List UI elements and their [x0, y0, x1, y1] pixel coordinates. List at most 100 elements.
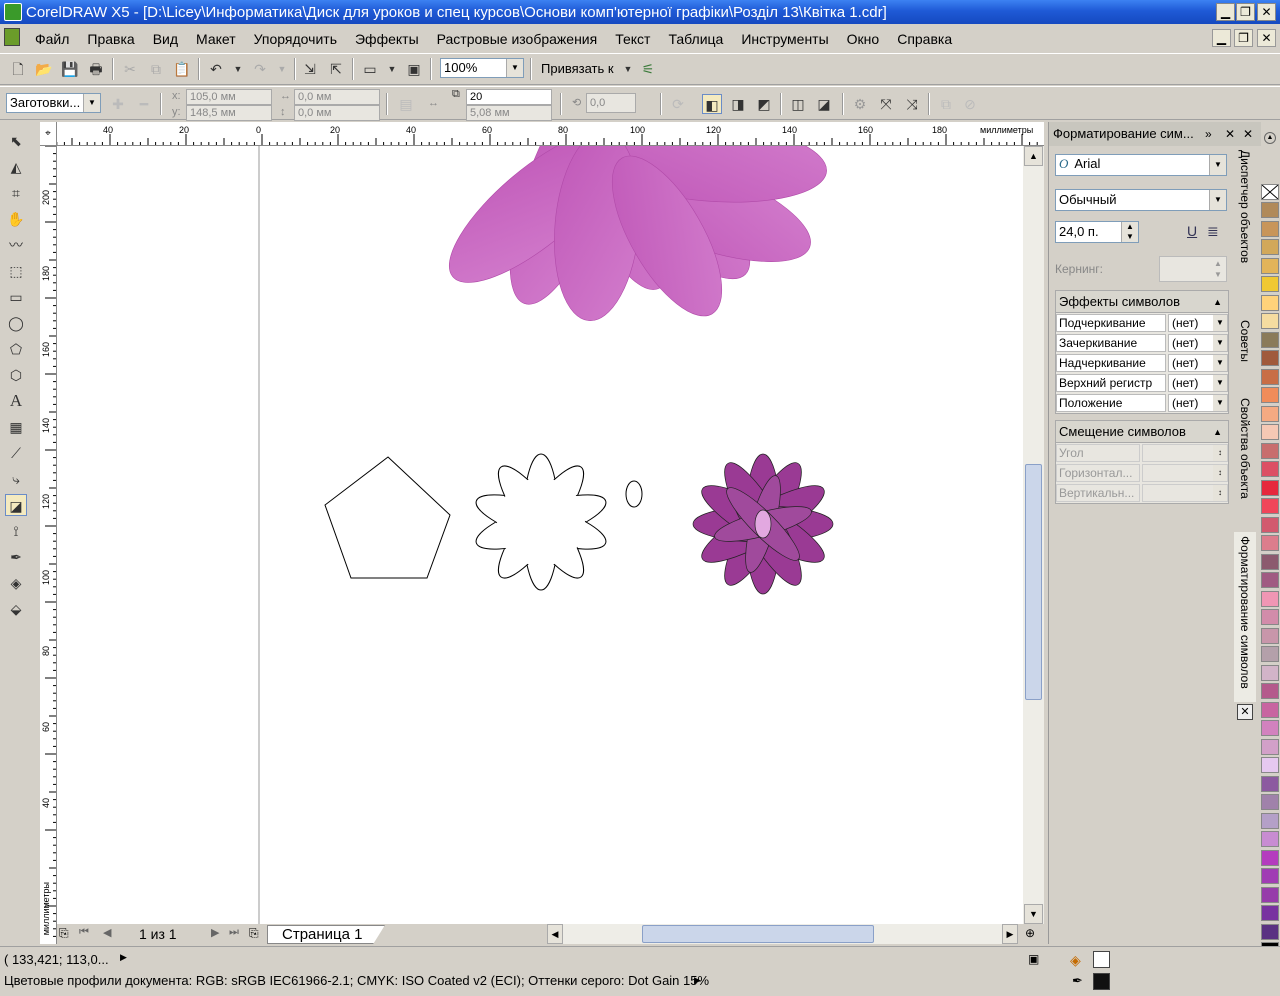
add-page-after-icon[interactable]: ⎘ — [249, 926, 259, 941]
paste-icon[interactable]: 📋 — [172, 59, 192, 79]
kerning-field[interactable]: ▲ ▼ — [1159, 256, 1227, 282]
font-style-combo[interactable]: Обычный ▼ — [1055, 189, 1227, 211]
misc-blend-icon[interactable]: ⚙ — [850, 94, 870, 114]
color-profiles-text[interactable]: Цветовые профили документа: RGB: sRGB IE… — [4, 973, 709, 988]
shape-tool-icon[interactable]: ◭ — [5, 156, 27, 178]
scroll-up-icon[interactable]: ▲ — [1024, 146, 1043, 166]
effect-dropdown[interactable]: (нет) ▼ — [1168, 354, 1228, 372]
width-field[interactable]: 0,0 мм — [294, 89, 380, 105]
blend-tool-icon[interactable]: ◪ — [5, 494, 27, 516]
y-field[interactable]: 148,5 мм — [186, 105, 272, 121]
shift-header[interactable]: Смещение символов ▲ — [1056, 421, 1228, 443]
color-swatch[interactable] — [1261, 831, 1279, 847]
color-swatch[interactable] — [1261, 220, 1279, 237]
coords-menu-icon[interactable]: ▶ — [120, 952, 127, 963]
import-icon[interactable]: ⇲ — [300, 59, 320, 79]
effect-dropdown[interactable]: (нет) ▼ — [1168, 334, 1228, 352]
color-swatch[interactable] — [1261, 202, 1279, 218]
horizontal-scrollbar[interactable]: ◀ ▶ — [547, 924, 1018, 944]
direct-blend-icon[interactable]: ◧ — [702, 94, 722, 114]
drawing-canvas[interactable] — [57, 146, 1023, 924]
object-color-accel-icon[interactable]: ◫ — [788, 94, 808, 114]
menu-table[interactable]: Таблица — [659, 31, 732, 47]
effect-dropdown[interactable]: (нет) ▼ — [1168, 314, 1228, 332]
page-tab[interactable]: Страница 1 — [267, 925, 385, 944]
color-swatch[interactable] — [1261, 664, 1279, 681]
new-icon[interactable]: 🗋 — [8, 59, 28, 79]
options-icon[interactable]: ⚟ — [638, 59, 658, 79]
menu-bitmaps[interactable]: Растровые изображения — [428, 31, 607, 47]
clockwise-blend-icon[interactable]: ◨ — [728, 94, 748, 114]
ellipse-tool-icon[interactable]: ◯ — [5, 312, 27, 334]
next-page-icon[interactable]: ▶ — [211, 926, 219, 939]
color-swatch[interactable] — [1261, 276, 1279, 292]
zoom-tool-icon[interactable]: ✋ — [5, 208, 27, 230]
vertical-scroll-thumb[interactable] — [1025, 464, 1042, 700]
launcher-dropdown-icon[interactable]: ▼ — [382, 59, 402, 79]
last-page-icon[interactable]: ⏭ — [229, 926, 239, 939]
color-swatch[interactable] — [1261, 498, 1279, 514]
color-swatch[interactable] — [1261, 331, 1279, 348]
connector-tool-icon[interactable]: ⤷ — [5, 468, 27, 490]
underline-icon[interactable]: U — [1187, 223, 1197, 239]
rectangle-tool-icon[interactable]: ▭ — [5, 286, 27, 308]
menu-edit[interactable]: Правка — [78, 31, 143, 47]
start-end-icon[interactable]: ⤧ — [876, 94, 896, 114]
color-proof-icon[interactable]: ▣ — [1028, 952, 1039, 966]
shift-field[interactable]: ↕ — [1142, 484, 1228, 502]
menu-effects[interactable]: Эффекты — [346, 31, 428, 47]
shift-field[interactable]: ↕ — [1142, 464, 1228, 482]
color-swatch[interactable] — [1261, 257, 1279, 274]
remove-preset-icon[interactable]: ━ — [134, 94, 154, 114]
minimize-button[interactable]: ▁ — [1216, 3, 1235, 21]
interactive-fill-icon[interactable]: ⬙ — [5, 598, 27, 620]
ruler-origin-icon[interactable]: ⌖ — [40, 122, 57, 146]
first-page-icon[interactable]: ⏮ — [79, 926, 89, 939]
angle-field[interactable]: 0,0 — [586, 93, 636, 113]
color-swatch[interactable] — [1261, 442, 1279, 459]
scroll-right-icon[interactable]: ▶ — [1002, 924, 1018, 944]
tabs-close-icon[interactable]: ✕ — [1237, 704, 1253, 720]
add-page-before-icon[interactable]: ⎘ — [59, 926, 69, 941]
color-swatch[interactable] — [1261, 627, 1279, 644]
spinner-icon[interactable]: ▲ ▼ — [1121, 222, 1138, 242]
horizontal-scroll-thumb[interactable] — [642, 925, 874, 943]
snap-dropdown-icon[interactable]: ▼ — [618, 59, 638, 79]
shift-field[interactable]: ↕ — [1142, 444, 1228, 462]
horizontal-ruler[interactable]: 40 20 0 20 40 60 80 100 120 140 160 180 … — [40, 122, 1044, 146]
color-swatch[interactable] — [1261, 405, 1279, 422]
basic-shapes-icon[interactable]: ⬡ — [5, 364, 27, 386]
font-size-field[interactable]: 24,0 п. ▲ ▼ — [1055, 221, 1139, 243]
color-swatch[interactable] — [1261, 812, 1279, 829]
vertical-ruler[interactable]: 200 180 160 140 120 100 80 60 40 миллиме… — [40, 146, 57, 944]
color-swatch[interactable] — [1261, 590, 1279, 607]
pick-tool-icon[interactable]: ⬉ — [5, 130, 27, 152]
menu-file[interactable]: Файл — [26, 31, 78, 47]
doc-minimize-button[interactable]: ▁ — [1212, 29, 1231, 47]
export-icon[interactable]: ⇱ — [326, 59, 346, 79]
doc-close-button[interactable]: ✕ — [1257, 29, 1276, 47]
table-tool-icon[interactable]: ▦ — [5, 416, 27, 438]
menu-view[interactable]: Вид — [144, 31, 187, 47]
zoom-combo[interactable]: 100% ▼ — [440, 58, 524, 78]
close-button[interactable]: ✕ — [1257, 3, 1276, 21]
loop-blend-icon[interactable]: ⟳ — [668, 94, 688, 114]
undo-icon[interactable]: ↶ — [206, 59, 226, 79]
clear-blend-icon[interactable]: ⊘ — [960, 94, 980, 114]
profiles-menu-icon[interactable]: ▶ — [694, 975, 701, 986]
docker-close-icon[interactable]: ✕ — [1243, 122, 1253, 146]
outline-color-indicator[interactable] — [1093, 973, 1110, 990]
color-swatch[interactable] — [1261, 905, 1279, 921]
blended-flower-shape[interactable] — [692, 453, 834, 595]
add-preset-icon[interactable]: ✚ — [108, 94, 128, 114]
color-swatch[interactable] — [1261, 516, 1279, 533]
color-swatch[interactable] — [1261, 553, 1279, 570]
maximize-button[interactable]: ❐ — [1236, 3, 1255, 21]
doc-restore-button[interactable]: ❐ — [1234, 29, 1253, 47]
collapse-icon[interactable]: ▲ — [1213, 421, 1222, 443]
tab-object-properties[interactable]: Свойства объекта — [1234, 394, 1256, 514]
color-swatch[interactable] — [1261, 461, 1279, 477]
color-swatch[interactable] — [1261, 609, 1279, 625]
scroll-down-icon[interactable]: ▼ — [1024, 904, 1043, 924]
copy-blend-icon[interactable]: ⧉ — [936, 94, 956, 114]
